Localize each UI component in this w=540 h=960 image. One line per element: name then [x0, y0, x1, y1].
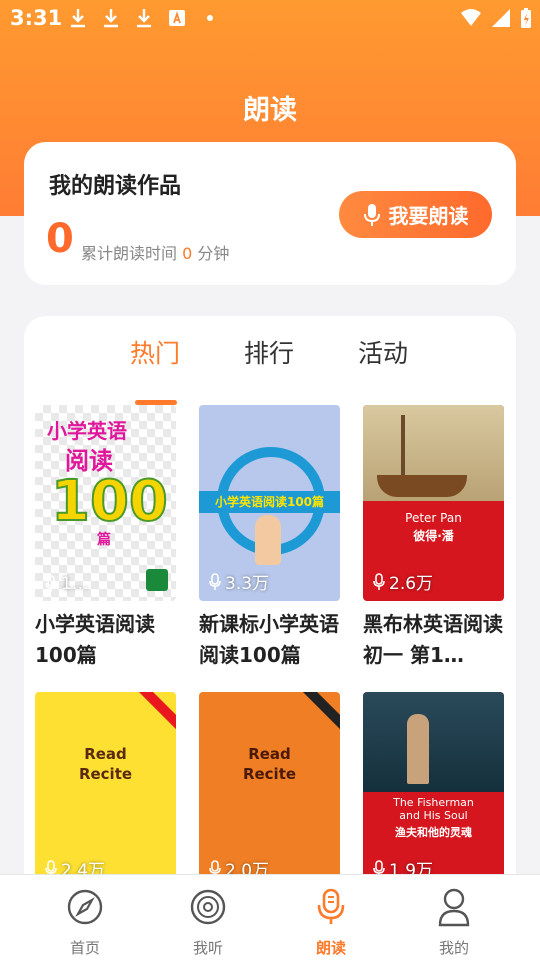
nav-home[interactable]: 首页: [25, 887, 145, 958]
tab-ranking[interactable]: 排行: [244, 334, 294, 370]
play-count: 3.3万: [209, 569, 269, 594]
bottom-nav: 首页 我听 朗读 我的: [0, 874, 540, 960]
my-works-card: 我的朗读作品 0 累计朗读时间 0 分钟 我要朗读: [24, 142, 516, 285]
cover-illustration-art: [363, 692, 504, 792]
mic-icon: [373, 572, 385, 590]
book-card[interactable]: Peter Pan 彼得·潘 2.6万 黑布林英语阅读 初一 第1…: [363, 405, 504, 671]
mic-icon: [317, 888, 345, 924]
book-card[interactable]: The Fisherman and His Soul 渔夫和他的灵魂 1.9万: [363, 692, 504, 888]
cover-figure-art: [255, 515, 281, 565]
corner-ribbon: [294, 692, 340, 734]
reading-time-stat: 累计朗读时间 0 分钟: [81, 240, 229, 264]
book-title[interactable]: 小学英语阅读100篇: [35, 609, 176, 671]
page-title: 朗读: [243, 95, 297, 126]
book-title[interactable]: 新课标小学英语阅读100篇: [199, 609, 340, 671]
book-card[interactable]: 小学英语阅读100篇 3.3万 新课标小学英语阅读100篇: [199, 405, 340, 671]
nav-read-label: 朗读: [315, 939, 346, 957]
stat-prefix: 累计朗读时间: [81, 244, 178, 263]
book-cover[interactable]: Read Recite 2.4万: [35, 692, 176, 888]
cover-title-art: Read Recite: [242, 745, 297, 783]
book-cover[interactable]: Read Recite 2.0万: [199, 692, 340, 888]
nav-listen-label: 我听: [192, 939, 223, 957]
nav-mine[interactable]: 我的: [394, 887, 514, 958]
cover-title-art: Read Recite: [78, 745, 133, 783]
tab-hot[interactable]: 热门: [130, 334, 180, 370]
mic-icon: [45, 575, 57, 592]
battery-icon: [521, 8, 531, 28]
mic-icon: [209, 572, 221, 590]
book-cover[interactable]: 小学英语阅读100篇 3.3万: [199, 405, 340, 601]
works-count: 0: [46, 216, 74, 262]
corner-ribbon: [130, 692, 176, 734]
download-icon: [71, 9, 85, 28]
cover-banner-art: 小学英语阅读100篇: [199, 491, 340, 513]
dot-icon: [207, 15, 213, 21]
stat-suffix: 分钟: [197, 244, 230, 263]
cover-title-art: 渔夫和他的灵魂: [395, 826, 472, 839]
book-card[interactable]: 小学英语 阅读 100 篇 1… 小学英语阅读100篇: [35, 405, 176, 671]
status-bar: 3:31: [0, 0, 540, 38]
book-title[interactable]: 黑布林英语阅读 初一 第1…: [363, 609, 504, 671]
download-icon: [104, 9, 118, 28]
mp3-badge-icon: [146, 569, 168, 591]
book-cover[interactable]: 小学英语 阅读 100 篇 1…: [35, 405, 176, 601]
signal-icon: [492, 9, 510, 27]
tab-bar: 热门 排行 活动: [24, 334, 516, 405]
start-reading-label: 我要朗读: [388, 204, 469, 228]
book-card[interactable]: Read Recite 2.0万: [199, 692, 340, 888]
book-cover[interactable]: The Fisherman and His Soul 渔夫和他的灵魂 1.9万: [363, 692, 504, 888]
content-card: 热门 排行 活动 小学英语 阅读 100 篇 1… 小学英语阅读100篇 小学英…: [24, 316, 516, 916]
works-title: 我的朗读作品: [49, 174, 182, 199]
wifi-icon: [461, 9, 481, 26]
notification-icons: [68, 7, 220, 29]
cover-ship-art: [377, 475, 467, 497]
system-icons: [460, 7, 532, 29]
start-reading-button[interactable]: 我要朗读: [339, 191, 492, 238]
cover-title-art: 彼得·潘: [413, 529, 454, 543]
cover-title-art: The Fisherman and His Soul: [393, 796, 474, 822]
book-card[interactable]: Read Recite 2.4万: [35, 692, 176, 888]
cover-sub-art: 篇: [97, 532, 111, 548]
play-count: 1…: [45, 574, 89, 594]
mic-icon: [363, 203, 380, 226]
status-time: 3:31: [10, 6, 63, 30]
stat-value: 0: [182, 244, 193, 263]
nav-mine-label: 我的: [438, 939, 469, 957]
cover-title-art: 小学英语: [47, 419, 127, 443]
nav-read[interactable]: 朗读: [271, 887, 391, 958]
nav-home-label: 首页: [69, 939, 100, 957]
download-icon: [137, 9, 151, 28]
user-icon: [438, 888, 470, 927]
play-count: 2.6万: [373, 569, 433, 594]
app-notification-icon: [169, 10, 185, 26]
cover-number-art: 100: [50, 468, 169, 535]
compass-icon: [67, 889, 103, 925]
disc-icon: [190, 889, 226, 925]
cover-title-art: Peter Pan: [405, 511, 462, 525]
tab-activity[interactable]: 活动: [358, 334, 408, 370]
book-cover[interactable]: Peter Pan 彼得·潘 2.6万: [363, 405, 504, 601]
cover-figure-art: [407, 714, 429, 784]
nav-listen[interactable]: 我听: [148, 887, 268, 958]
